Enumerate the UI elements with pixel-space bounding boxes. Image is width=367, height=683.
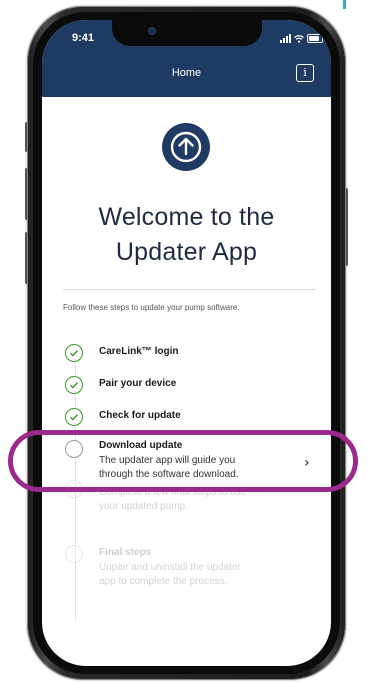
divider — [63, 289, 316, 290]
highlight-callout-ring — [8, 430, 358, 492]
step-title: CareLink™ login — [99, 346, 179, 357]
check-icon — [65, 408, 83, 426]
wifi-icon — [294, 35, 304, 43]
step-title: Final steps — [99, 547, 152, 558]
step-description: Unpair and uninstall the updater app to … — [99, 561, 289, 589]
welcome-line-1: Welcome to the — [98, 203, 275, 231]
edge-accent-mark — [343, 0, 346, 9]
app-header: 9:41 Home i — [42, 20, 331, 97]
step-status-circle-icon — [65, 545, 83, 563]
welcome-line-2: Updater App — [115, 238, 258, 266]
info-icon: i — [303, 66, 307, 79]
welcome-heading: Welcome to the Updater App — [42, 200, 331, 270]
camera-notch — [112, 20, 262, 46]
front-camera — [148, 27, 156, 35]
info-button[interactable]: i — [296, 64, 314, 82]
signal-icon — [280, 34, 291, 43]
step-title: Pair your device — [99, 378, 177, 389]
step-description-line: your updated pump. — [99, 501, 188, 512]
status-time: 9:41 — [72, 32, 95, 44]
step-title: Check for update — [99, 410, 181, 421]
page-title: Home — [171, 67, 202, 79]
step-description-line: Unpair and uninstall the updater — [99, 562, 241, 573]
upload-arrow-icon — [162, 123, 210, 171]
instruction-text: Follow these steps to update your pump s… — [63, 303, 240, 312]
phone-screen: 9:41 Home i Welcome to the Updater App F… — [42, 20, 331, 666]
status-icons — [280, 33, 323, 43]
step-description-line: app to complete the process. — [99, 576, 228, 587]
check-icon — [65, 344, 83, 362]
check-icon — [65, 376, 83, 394]
battery-icon — [307, 34, 323, 43]
